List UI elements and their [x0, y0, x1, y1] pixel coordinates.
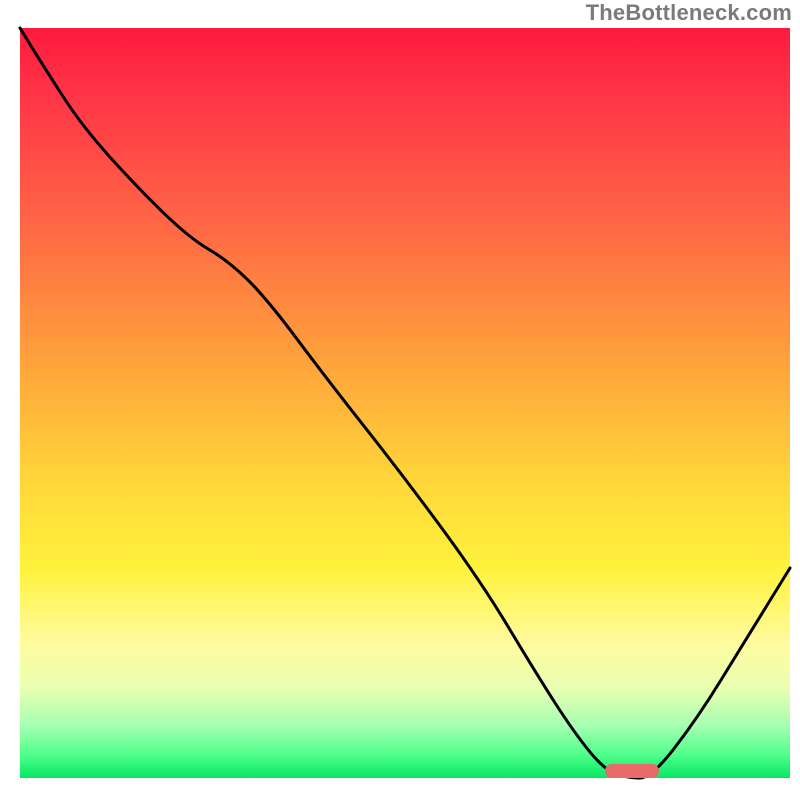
chart-container: TheBottleneck.com	[0, 0, 800, 800]
watermark-label: TheBottleneck.com	[586, 0, 792, 26]
optimal-range-marker	[605, 764, 659, 778]
plot-area	[20, 28, 790, 778]
bottleneck-curve	[20, 28, 790, 778]
curve-svg	[20, 28, 790, 778]
